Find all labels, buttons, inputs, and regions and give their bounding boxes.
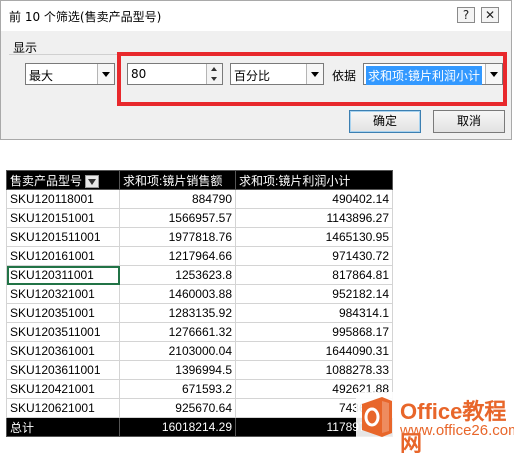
cell-total-label[interactable]: 总计 — [6, 417, 120, 437]
cell-profit[interactable]: 1088278.33 — [235, 360, 393, 380]
header-label: 售卖产品型号 — [10, 173, 83, 188]
table-row: SKU120118001 884790 490402.14 — [6, 189, 393, 209]
cell-model-selected[interactable]: SKU120311001 — [6, 265, 120, 285]
cell-model[interactable]: SKU120621001 — [6, 398, 120, 418]
table-row: SKU120151001 1566957.57 1143896.27 — [6, 208, 393, 228]
cell-model[interactable]: SKU120321001 — [6, 284, 120, 304]
cell-profit[interactable]: 817864.81 — [235, 265, 393, 285]
count-stepper[interactable]: 80 — [127, 63, 223, 85]
table-row: SKU1203611001 1396994.5 1088278.33 — [6, 360, 393, 380]
watermark: Office教程网 www.office26.com — [356, 392, 514, 456]
pivot-table: 售卖产品型号 求和项:镜片销售额 求和项:镜片利润小计 SKU120118001… — [6, 170, 393, 437]
top10-filter-dialog: 前 10 个筛选(售卖产品型号) ? ✕ 显示 最大 80 百分比 依据 求和项… — [0, 0, 512, 140]
ok-button[interactable]: 确定 — [349, 110, 421, 133]
field-value: 求和项:镜片利润小计 — [366, 66, 483, 85]
filter-icon[interactable] — [85, 174, 100, 188]
cell-sales[interactable]: 1396994.5 — [119, 360, 236, 380]
total-row: 总计 16018214.29 11789753.9 — [6, 417, 393, 437]
cell-sales[interactable]: 925670.64 — [119, 398, 236, 418]
cell-profit[interactable]: 995868.17 — [235, 322, 393, 342]
table-row: SKU120311001 1253623.8 817864.81 — [6, 265, 393, 285]
table-row: SKU1203511001 1276661.32 995868.17 — [6, 322, 393, 342]
header-row: 售卖产品型号 求和项:镜片销售额 求和项:镜片利润小计 — [6, 170, 393, 190]
table-row: SKU120321001 1460003.88 952182.14 — [6, 284, 393, 304]
group-divider — [9, 54, 505, 55]
cell-total-sales[interactable]: 16018214.29 — [119, 417, 236, 437]
cell-model[interactable]: SKU120118001 — [6, 189, 120, 209]
cell-profit[interactable]: 490402.14 — [235, 189, 393, 209]
cell-sales[interactable]: 1276661.32 — [119, 322, 236, 342]
cell-profit[interactable]: 1143896.27 — [235, 208, 393, 228]
unit-select[interactable]: 百分比 — [230, 63, 324, 85]
help-button[interactable]: ? — [457, 7, 475, 23]
cell-model[interactable]: SKU120161001 — [6, 246, 120, 266]
header-profit[interactable]: 求和项:镜片利润小计 — [235, 170, 393, 190]
table-row: SKU120621001 925670.64 743674.1 — [6, 398, 393, 418]
chevron-down-icon[interactable] — [97, 64, 114, 84]
header-sales[interactable]: 求和项:镜片销售额 — [119, 170, 236, 190]
cell-model[interactable]: SKU120151001 — [6, 208, 120, 228]
close-button[interactable]: ✕ — [481, 7, 499, 23]
cell-sales[interactable]: 1217964.66 — [119, 246, 236, 266]
cell-model[interactable]: SKU1203611001 — [6, 360, 120, 380]
cell-model[interactable]: SKU120361001 — [6, 341, 120, 361]
cell-sales[interactable]: 884790 — [119, 189, 236, 209]
table-row: SKU120351001 1283135.92 984314.1 — [6, 303, 393, 323]
cell-profit[interactable]: 984314.1 — [235, 303, 393, 323]
cell-sales[interactable]: 1566957.57 — [119, 208, 236, 228]
field-select[interactable]: 求和项:镜片利润小计 — [363, 63, 503, 85]
cell-sales[interactable]: 1283135.92 — [119, 303, 236, 323]
count-value[interactable]: 80 — [131, 67, 146, 81]
cell-sales[interactable]: 1253623.8 — [119, 265, 236, 285]
dialog-title: 前 10 个筛选(售卖产品型号) — [9, 10, 162, 24]
cell-model[interactable]: SKU120421001 — [6, 379, 120, 399]
watermark-url: www.office26.com — [400, 422, 514, 439]
top-bottom-select[interactable]: 最大 — [25, 63, 115, 85]
cell-model[interactable]: SKU1203511001 — [6, 322, 120, 342]
cancel-button[interactable]: 取消 — [433, 110, 505, 133]
dialog-titlebar: 前 10 个筛选(售卖产品型号) ? ✕ — [1, 1, 511, 31]
cell-model[interactable]: SKU1201511001 — [6, 227, 120, 247]
chevron-down-icon[interactable] — [485, 64, 502, 84]
cell-profit[interactable]: 971430.72 — [235, 246, 393, 266]
chevron-down-icon[interactable] — [306, 64, 323, 84]
cell-profit[interactable]: 1465130.95 — [235, 227, 393, 247]
header-product-model[interactable]: 售卖产品型号 — [6, 170, 120, 190]
cell-sales[interactable]: 1460003.88 — [119, 284, 236, 304]
cell-sales[interactable]: 1977818.76 — [119, 227, 236, 247]
table-row: SKU120361001 2103000.04 1644090.31 — [6, 341, 393, 361]
office-logo-icon — [362, 397, 392, 437]
cell-model[interactable]: SKU120351001 — [6, 303, 120, 323]
by-label: 依据 — [332, 69, 357, 83]
stepper-down-icon[interactable] — [207, 74, 222, 84]
cell-sales[interactable]: 2103000.04 — [119, 341, 236, 361]
cell-sales[interactable]: 671593.2 — [119, 379, 236, 399]
table-row: SKU1201511001 1977818.76 1465130.95 — [6, 227, 393, 247]
stepper-buttons — [206, 64, 222, 84]
cell-profit[interactable]: 1644090.31 — [235, 341, 393, 361]
table-row: SKU120161001 1217964.66 971430.72 — [6, 246, 393, 266]
top-bottom-value: 最大 — [29, 69, 54, 83]
cell-profit[interactable]: 952182.14 — [235, 284, 393, 304]
unit-value: 百分比 — [234, 69, 271, 83]
table-row: SKU120421001 671593.2 492621.88 — [6, 379, 393, 399]
